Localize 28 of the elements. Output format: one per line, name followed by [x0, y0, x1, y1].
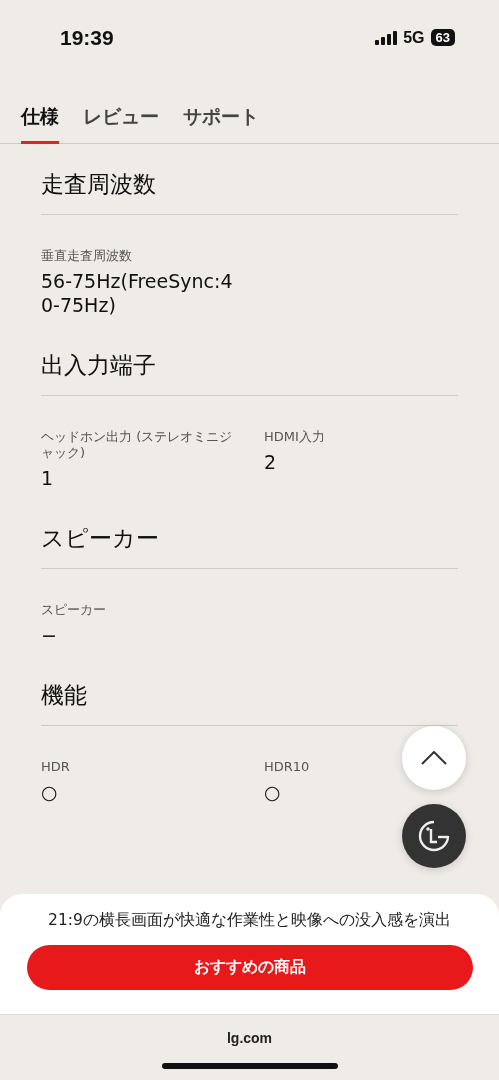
spec-value: ○	[41, 781, 59, 805]
spec-value: 1	[41, 467, 55, 491]
battery-level: 63	[430, 29, 455, 46]
section-heading: スピーカー	[41, 523, 458, 569]
tab[interactable]: サポート	[183, 75, 259, 144]
section-heading: 機能	[41, 680, 458, 726]
spec-label: HDR	[41, 759, 71, 776]
spec-value: −	[41, 624, 58, 648]
chevron-up-icon	[421, 751, 447, 765]
spec-label: 垂直走査周波数	[41, 248, 133, 265]
tab[interactable]: 仕様	[21, 75, 59, 144]
chat-button[interactable]	[402, 804, 466, 868]
spec-value: 2	[264, 451, 278, 475]
recommended-button[interactable]: おすすめの商品	[26, 945, 473, 990]
promo-text: 21:9の横長画面が快適な作業性と映像への没入感を演出	[48, 910, 451, 931]
spec-label: HDR10	[264, 759, 311, 776]
spec-label: ヘッドホン出力 (ステレオミニジャック)	[41, 428, 234, 462]
address-bar[interactable]: lg.com	[226, 1030, 273, 1046]
tab[interactable]: レビュー	[83, 75, 159, 144]
spec-label: HDMI入力	[264, 428, 326, 445]
spec-value: ○	[264, 781, 282, 805]
section-heading: 出入力端子	[41, 349, 458, 396]
signal-icon	[375, 30, 398, 45]
spec-value: 56-75Hz(FreeSync:40-75Hz)	[41, 270, 234, 318]
status-time: 19:39	[60, 25, 114, 50]
spec-label: スピーカー	[41, 602, 107, 619]
network-label: 5G	[403, 28, 425, 47]
section-heading: 走査周波数	[41, 169, 458, 215]
